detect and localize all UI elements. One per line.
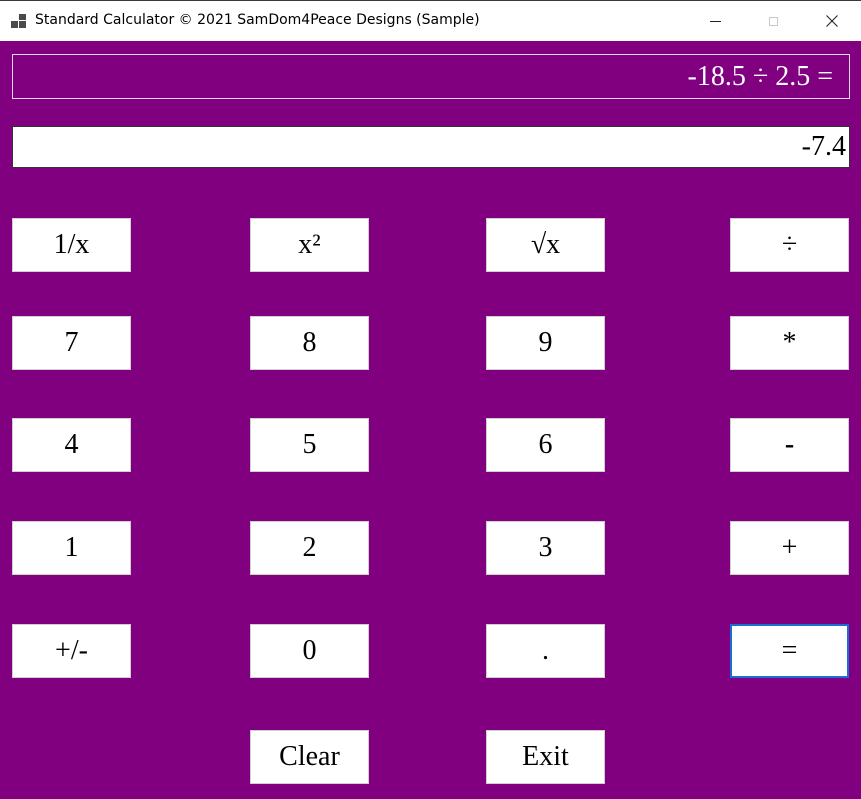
maximize-icon [768, 16, 778, 26]
digit-7-button[interactable]: 7 [12, 316, 131, 370]
equals-button[interactable]: = [730, 624, 849, 678]
decimal-button[interactable]: . [486, 624, 605, 678]
digit-0-button[interactable]: 0 [250, 624, 369, 678]
minimize-icon [709, 20, 721, 22]
exit-button[interactable]: Exit [486, 730, 605, 784]
result-display[interactable]: -7.4 [12, 126, 850, 168]
digit-6-button[interactable]: 6 [486, 418, 605, 472]
minimize-button[interactable] [686, 1, 744, 41]
divide-button[interactable]: ÷ [730, 218, 849, 272]
window-title: Standard Calculator © 2021 SamDom4Peace … [35, 12, 480, 28]
close-button[interactable] [803, 1, 861, 41]
digit-5-button[interactable]: 5 [250, 418, 369, 472]
digit-8-button[interactable]: 8 [250, 316, 369, 370]
digit-1-button[interactable]: 1 [12, 521, 131, 575]
digit-4-button[interactable]: 4 [12, 418, 131, 472]
reciprocal-button[interactable]: 1/x [12, 218, 131, 272]
multiply-button[interactable]: * [730, 316, 849, 370]
subtract-button[interactable]: - [730, 418, 849, 472]
title-bar: Standard Calculator © 2021 SamDom4Peace … [0, 0, 861, 41]
calculator-app-icon [11, 14, 27, 28]
square-button[interactable]: x² [250, 218, 369, 272]
close-icon [826, 15, 838, 27]
clear-button[interactable]: Clear [250, 730, 369, 784]
digit-9-button[interactable]: 9 [486, 316, 605, 370]
add-button[interactable]: + [730, 521, 849, 575]
digit-3-button[interactable]: 3 [486, 521, 605, 575]
expression-display: -18.5 ÷ 2.5 = [12, 54, 850, 99]
maximize-button[interactable] [744, 1, 802, 41]
square-root-button[interactable]: √x [486, 218, 605, 272]
digit-2-button[interactable]: 2 [250, 521, 369, 575]
negate-button[interactable]: +/- [12, 624, 131, 678]
